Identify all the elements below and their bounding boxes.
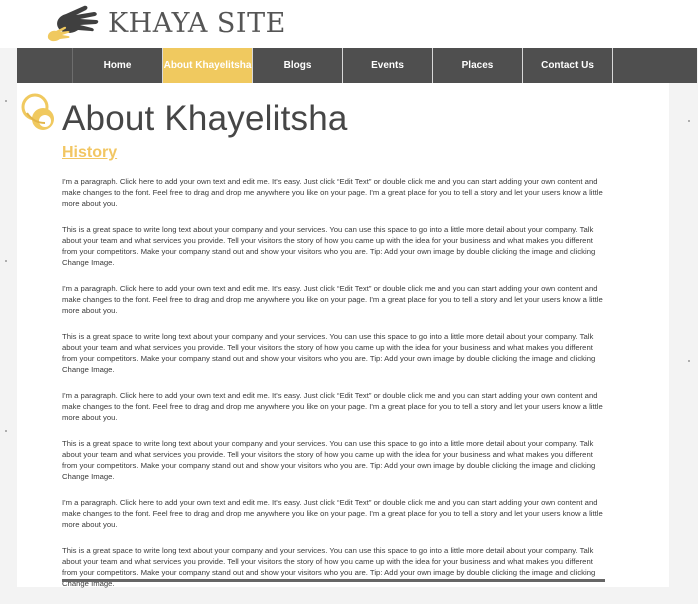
decor-dot xyxy=(688,360,690,362)
nav-item-contact-us[interactable]: Contact Us xyxy=(523,48,613,83)
hand-logo-icon[interactable] xyxy=(44,0,102,46)
paragraph: This is a great space to write long text… xyxy=(62,439,596,481)
paragraph: I'm a paragraph. Click here to add your … xyxy=(62,284,603,315)
site-header: KHAYA SITE xyxy=(0,0,698,48)
footer-divider xyxy=(62,579,605,582)
paragraph: I'm a paragraph. Click here to add your … xyxy=(62,498,603,529)
paragraph: This is a great space to write long text… xyxy=(62,546,596,588)
nav-item-blogs[interactable]: Blogs xyxy=(253,48,343,83)
nav-spacer xyxy=(17,48,73,83)
decor-dot xyxy=(688,120,690,122)
yellow-circles-icon xyxy=(21,93,54,130)
paragraph: I'm a paragraph. Click here to add your … xyxy=(62,177,603,208)
main-content: About Khayelitsha History I'm a paragrap… xyxy=(17,83,669,588)
paragraph: I'm a paragraph. Click here to add your … xyxy=(62,391,603,422)
paragraph: This is a great space to write long text… xyxy=(62,332,596,374)
page-title: About Khayelitsha xyxy=(62,99,348,138)
section-heading-history[interactable]: History xyxy=(62,144,117,162)
decor-dot xyxy=(5,100,7,102)
text-content: I'm a paragraph. Click here to add your … xyxy=(62,176,607,604)
nav-item-events[interactable]: Events xyxy=(343,48,433,83)
decor-dot xyxy=(5,430,7,432)
nav-item-places[interactable]: Places xyxy=(433,48,523,83)
nav-item-about-khayelitsha[interactable]: About Khayelitsha xyxy=(163,48,253,83)
nav-item-home[interactable]: Home xyxy=(73,48,163,83)
decor-dot xyxy=(5,260,7,262)
paragraph: This is a great space to write long text… xyxy=(62,225,596,267)
site-title[interactable]: KHAYA SITE xyxy=(108,8,286,39)
main-nav: Home About Khayelitsha Blogs Events Plac… xyxy=(17,48,697,83)
